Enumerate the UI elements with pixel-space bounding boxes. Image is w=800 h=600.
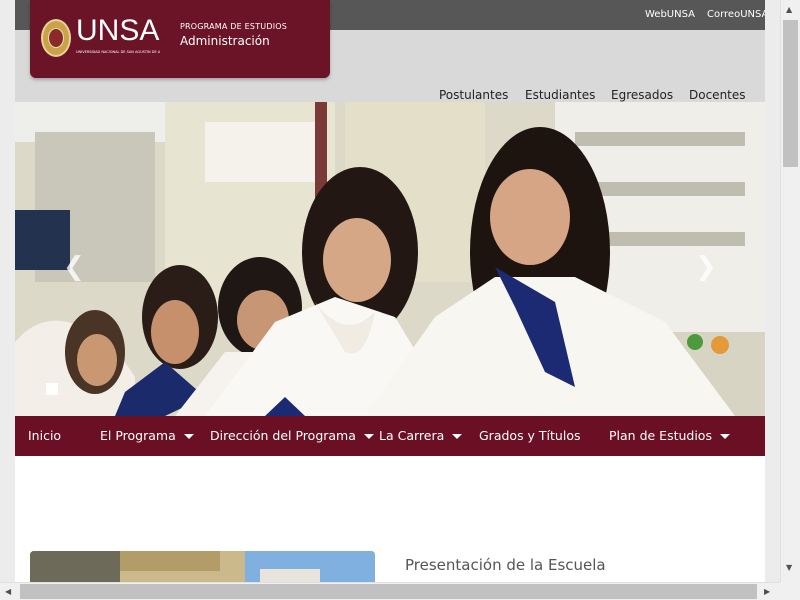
nav-egresados[interactable]: Egresados bbox=[611, 88, 673, 102]
menu-grados-y-titulos[interactable]: Grados y Títulos bbox=[479, 416, 581, 456]
menu-direccion-del-programa[interactable]: Dirección del Programa bbox=[210, 416, 374, 456]
university-full-name: UNIVERSIDAD NACIONAL DE SAN AGUSTIN DE A… bbox=[76, 50, 160, 54]
vertical-scroll-thumb[interactable] bbox=[783, 20, 798, 167]
brand-logo-box[interactable]: UNSA UNIVERSIDAD NACIONAL DE SAN AGUSTIN… bbox=[30, 0, 330, 78]
webunsa-link[interactable]: WebUNSA bbox=[645, 9, 695, 20]
scroll-right-icon[interactable]: ▶ bbox=[764, 587, 770, 597]
menu-label: Plan de Estudios bbox=[609, 428, 712, 443]
hero-carousel[interactable]: ❮ ❯ bbox=[15, 102, 765, 416]
university-seal-icon bbox=[41, 19, 71, 57]
menu-label: La Carrera bbox=[379, 428, 445, 443]
vertical-scrollbar[interactable]: ▲ ▼ bbox=[780, 0, 800, 582]
carousel-prev-icon[interactable]: ❮ bbox=[63, 252, 85, 282]
section-title: Presentación de la Escuela bbox=[405, 556, 606, 574]
horizontal-scrollbar[interactable]: ◀ ▶ bbox=[0, 582, 780, 600]
chevron-down-icon bbox=[452, 434, 463, 439]
horizontal-scroll-thumb[interactable] bbox=[20, 584, 757, 599]
program-name: Administración bbox=[180, 34, 270, 48]
page: WebUNSA CorreoUNSA Postulantes Estudiant… bbox=[15, 0, 765, 582]
chevron-down-icon bbox=[719, 434, 730, 439]
scroll-left-icon[interactable]: ◀ bbox=[5, 587, 11, 597]
presentation-image bbox=[30, 551, 375, 582]
menu-plan-de-estudios[interactable]: Plan de Estudios bbox=[609, 416, 730, 456]
main-menu-bar: Inicio El Programa Dirección del Program… bbox=[15, 416, 765, 456]
scroll-down-icon[interactable]: ▼ bbox=[786, 563, 792, 573]
program-label: PROGRAMA DE ESTUDIOS bbox=[180, 22, 288, 31]
menu-label: Grados y Títulos bbox=[479, 428, 581, 443]
nav-estudiantes[interactable]: Estudiantes bbox=[525, 88, 595, 102]
carousel-indicator[interactable] bbox=[46, 383, 58, 395]
scrollbar-corner bbox=[780, 582, 800, 600]
menu-el-programa[interactable]: El Programa bbox=[100, 416, 194, 456]
menu-la-carrera[interactable]: La Carrera bbox=[379, 416, 463, 456]
chevron-down-icon bbox=[183, 434, 194, 439]
menu-inicio[interactable]: Inicio bbox=[28, 416, 61, 456]
menu-label: Dirección del Programa bbox=[210, 428, 356, 443]
menu-label: Inicio bbox=[28, 428, 62, 443]
menu-label: El Programa bbox=[100, 428, 176, 443]
hero-photo bbox=[15, 102, 765, 416]
nav-postulantes[interactable]: Postulantes bbox=[439, 88, 508, 102]
nav-docentes[interactable]: Docentes bbox=[689, 88, 746, 102]
carousel-next-icon[interactable]: ❯ bbox=[695, 252, 717, 282]
unsa-wordmark: UNSA bbox=[76, 14, 160, 47]
scroll-up-icon[interactable]: ▲ bbox=[786, 5, 792, 15]
correounsa-link[interactable]: CorreoUNSA bbox=[707, 9, 765, 20]
chevron-down-icon bbox=[363, 434, 374, 439]
